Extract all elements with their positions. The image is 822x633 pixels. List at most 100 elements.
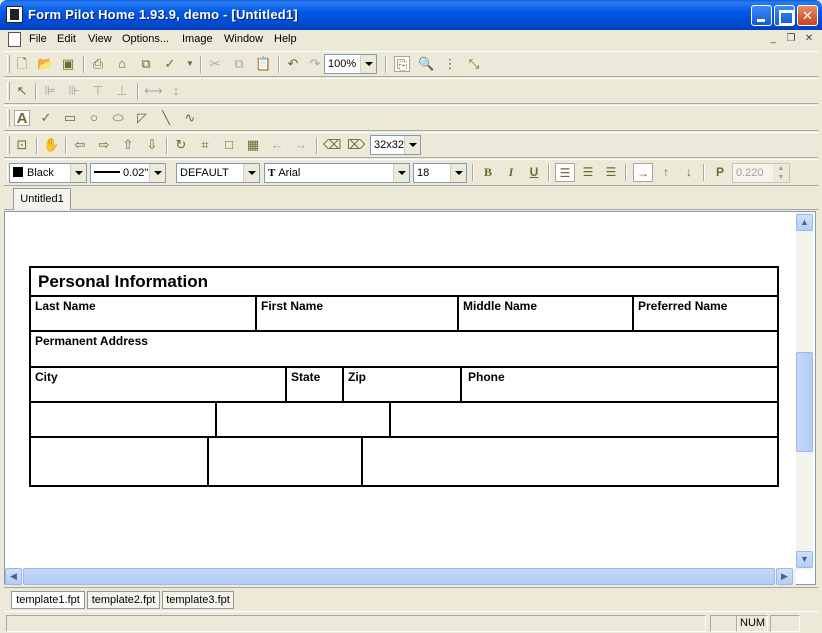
tab-template3[interactable]: template3.fpt [162, 591, 234, 609]
menu-options[interactable]: Options... [122, 33, 169, 45]
blank-field[interactable] [217, 403, 391, 438]
cell-size-select[interactable]: 32x32 [370, 135, 421, 155]
maximize-button[interactable] [774, 5, 795, 26]
align-top-icon[interactable]: ⊤ [90, 83, 106, 99]
menu-window[interactable]: Window [224, 33, 263, 45]
menu-image[interactable]: Image [182, 33, 213, 45]
mdi-close-icon[interactable]: ✕ [802, 33, 816, 46]
rotate-icon[interactable]: ↻ [173, 137, 189, 153]
line-tool-icon[interactable]: ╲ [158, 110, 174, 126]
menu-edit[interactable]: Edit [57, 33, 76, 45]
spinner-arrows-icon[interactable]: ▲ ▼ [773, 164, 789, 182]
align-bottom-icon[interactable]: ⊥ [114, 83, 130, 99]
paste-icon[interactable]: 📋 [255, 56, 271, 72]
spacing-spinner[interactable]: 0.220 ▲ ▼ [732, 163, 790, 183]
underline-button[interactable]: U [524, 163, 544, 182]
polygon-tool-icon[interactable]: ◸ [134, 110, 150, 126]
scan-icon[interactable]: ⌂ [114, 56, 130, 72]
hand-tool-icon[interactable]: ✋ [43, 137, 59, 153]
eraser-fill-icon[interactable]: ⌦ [347, 137, 365, 153]
line-width-select[interactable]: 0.02" [90, 163, 166, 183]
vertical-scroll-thumb[interactable] [796, 352, 813, 452]
menu-file[interactable]: File [29, 33, 47, 45]
scan-batch-icon[interactable]: ⧉ [138, 56, 154, 72]
print-icon[interactable]: ⎙ [90, 56, 106, 72]
document-canvas[interactable]: Personal Information Last Name First Nam… [4, 211, 816, 585]
circle-tool-icon[interactable]: ○ [86, 110, 102, 126]
preferred-name-field[interactable]: Preferred Name [634, 297, 777, 332]
first-name-field[interactable]: First Name [257, 297, 459, 332]
undo-icon[interactable]: ↶ [285, 56, 301, 72]
direction-up-button[interactable]: ↑ [656, 163, 676, 182]
text-tool-icon[interactable]: A [14, 110, 30, 127]
italic-button[interactable]: I [501, 163, 521, 182]
cut-icon[interactable]: ✂ [207, 56, 223, 72]
horizontal-scroll-thumb[interactable] [23, 568, 775, 585]
zoom-icon[interactable]: 🔍 [418, 56, 434, 72]
page-mode-icon[interactable]: ⎘ [394, 56, 410, 72]
rectangle-tool-icon[interactable]: ▭ [62, 110, 78, 126]
ellipse-tool-icon[interactable]: ⬭ [110, 110, 126, 126]
font-select[interactable]: T Arial [264, 163, 410, 183]
app-icon[interactable] [6, 6, 23, 23]
permanent-address-field[interactable]: Permanent Address [31, 332, 777, 368]
fit-icon[interactable]: ⤡ [466, 56, 482, 72]
color-select[interactable]: Black [9, 163, 87, 183]
align-right-icon[interactable]: ⊪ [66, 83, 82, 99]
back-icon[interactable]: ← [269, 137, 285, 153]
personal-info-form[interactable]: Personal Information Last Name First Nam… [29, 266, 779, 487]
grid-icon[interactable]: ⋮ [442, 56, 458, 72]
last-name-field[interactable]: Last Name [31, 297, 257, 332]
check-tool-icon[interactable]: ✓ [38, 110, 54, 126]
align-left-icon[interactable]: ⊫ [42, 83, 58, 99]
space-horizontal-icon[interactable]: ⟷ [144, 83, 163, 99]
menu-view[interactable]: View [88, 33, 112, 45]
arrow-up-icon[interactable]: ⇧ [120, 137, 136, 153]
blank-field[interactable] [363, 438, 777, 487]
scroll-down-icon[interactable]: ▼ [796, 551, 813, 568]
bold-button[interactable]: B [478, 163, 498, 182]
minimize-button[interactable] [751, 5, 772, 26]
crop-icon[interactable]: ⌗ [197, 137, 213, 153]
scroll-up-icon[interactable]: ▲ [796, 214, 813, 231]
middle-name-field[interactable]: Middle Name [459, 297, 634, 332]
state-field[interactable]: State [287, 368, 344, 403]
align-text-right-button[interactable]: ☰ [601, 163, 621, 182]
arrow-right-icon[interactable]: ⇨ [96, 137, 112, 153]
mdi-restore-icon[interactable]: ❐ [784, 33, 798, 46]
copy-icon[interactable]: ⧉ [231, 56, 247, 72]
direction-right-button[interactable]: → [633, 163, 653, 182]
blank-field[interactable] [31, 438, 209, 487]
select-arrow-icon[interactable]: ↖ [14, 83, 30, 99]
menu-help[interactable]: Help [274, 33, 297, 45]
eraser-icon[interactable]: ⌫ [323, 137, 341, 153]
align-text-left-button[interactable]: ☰ [555, 163, 575, 182]
close-button[interactable]: ✕ [797, 5, 818, 26]
city-field[interactable]: City [31, 368, 287, 403]
font-size-select[interactable]: 18 [413, 163, 467, 183]
spellcheck-icon[interactable]: ✓ [162, 56, 178, 72]
align-text-center-button[interactable]: ☰ [578, 163, 598, 182]
tab-template2[interactable]: template2.fpt [87, 591, 160, 609]
arrow-left-icon[interactable]: ⇦ [72, 137, 88, 153]
image-fit-icon[interactable]: ⊡ [14, 137, 30, 153]
phone-field[interactable]: Phone [462, 368, 777, 403]
vertical-scrollbar[interactable]: ▲ ▼ [796, 212, 813, 570]
blank-field[interactable] [31, 403, 217, 438]
direction-down-button[interactable]: ↓ [679, 163, 699, 182]
save-icon[interactable]: ▣ [60, 56, 76, 72]
paragraph-button[interactable]: P [710, 163, 730, 182]
zip-field[interactable]: Zip [344, 368, 462, 403]
scroll-right-icon[interactable]: ▶ [776, 568, 793, 585]
mdi-minimize-icon[interactable]: _ [766, 33, 780, 46]
scroll-left-icon[interactable]: ◀ [5, 568, 22, 585]
redo-icon[interactable]: ↷ [307, 56, 323, 72]
tab-template1[interactable]: template1.fpt [11, 591, 85, 609]
shade-icon[interactable]: ▦ [245, 137, 261, 153]
zoom-select[interactable]: 100% [324, 54, 377, 74]
freehand-tool-icon[interactable]: ∿ [182, 110, 198, 126]
arrow-down-icon[interactable]: ⇩ [144, 137, 160, 153]
tab-untitled1[interactable]: Untitled1 [13, 188, 71, 210]
frame-icon[interactable]: □ [221, 137, 237, 153]
open-icon[interactable]: 📂 [37, 56, 53, 72]
